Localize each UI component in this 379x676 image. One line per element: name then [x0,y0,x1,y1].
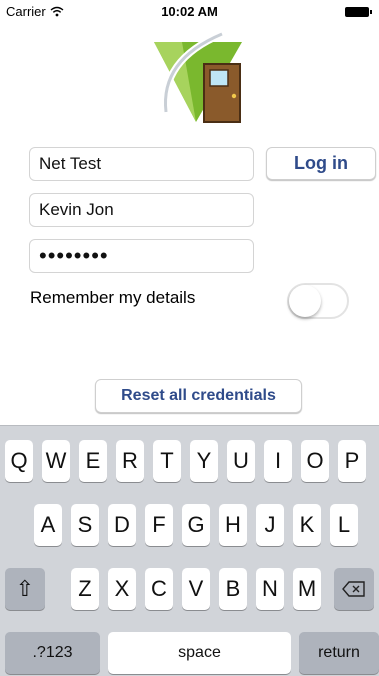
space-key[interactable]: space [108,632,291,674]
keyboard: Q W E R T Y U I O P A S D F G H J K L ⇧ … [0,425,379,676]
key-m[interactable]: M [293,568,321,610]
key-d[interactable]: D [108,504,136,546]
key-e[interactable]: E [79,440,107,482]
domain-field[interactable]: Net Test [29,147,254,181]
key-g[interactable]: G [182,504,210,546]
key-h[interactable]: H [219,504,247,546]
reset-credentials-button[interactable]: Reset all credentials [95,379,302,413]
app-logo-icon [154,30,242,123]
key-x[interactable]: X [108,568,136,610]
key-v[interactable]: V [182,568,210,610]
key-r[interactable]: R [116,440,144,482]
username-field-value: Kevin Jon [39,200,114,219]
shift-icon: ⇧ [15,576,35,601]
key-y[interactable]: Y [190,440,218,482]
key-z[interactable]: Z [71,568,99,610]
key-f[interactable]: F [145,504,173,546]
key-k[interactable]: K [293,504,321,546]
key-t[interactable]: T [153,440,181,482]
key-b[interactable]: B [219,568,247,610]
key-q[interactable]: Q [5,440,33,482]
key-a[interactable]: A [34,504,62,546]
key-i[interactable]: I [264,440,292,482]
key-o[interactable]: O [301,440,329,482]
key-j[interactable]: J [256,504,284,546]
login-button[interactable]: Log in [266,147,376,180]
battery-icon [345,7,372,17]
key-u[interactable]: U [227,440,255,482]
key-p[interactable]: P [338,440,366,482]
shift-key[interactable]: ⇧ [5,568,45,610]
key-c[interactable]: C [145,568,173,610]
username-field[interactable]: Kevin Jon [29,193,254,227]
password-field-value: •••••••• [39,243,109,268]
key-l[interactable]: L [330,504,358,546]
remember-label: Remember my details [30,288,196,307]
password-field[interactable]: •••••••• [29,239,254,273]
status-bar: Carrier 10:02 AM [0,0,379,22]
key-n[interactable]: N [256,568,284,610]
remember-toggle[interactable] [287,283,349,319]
key-s[interactable]: S [71,504,99,546]
key-w[interactable]: W [42,440,70,482]
door-icon [203,63,241,123]
status-time: 10:02 AM [161,4,218,19]
return-key[interactable]: return [299,632,379,674]
numbers-key[interactable]: .?123 [5,632,100,674]
delete-key[interactable] [334,568,374,610]
domain-field-value: Net Test [39,154,102,173]
delete-icon [342,581,365,597]
toggle-knob [289,285,321,317]
